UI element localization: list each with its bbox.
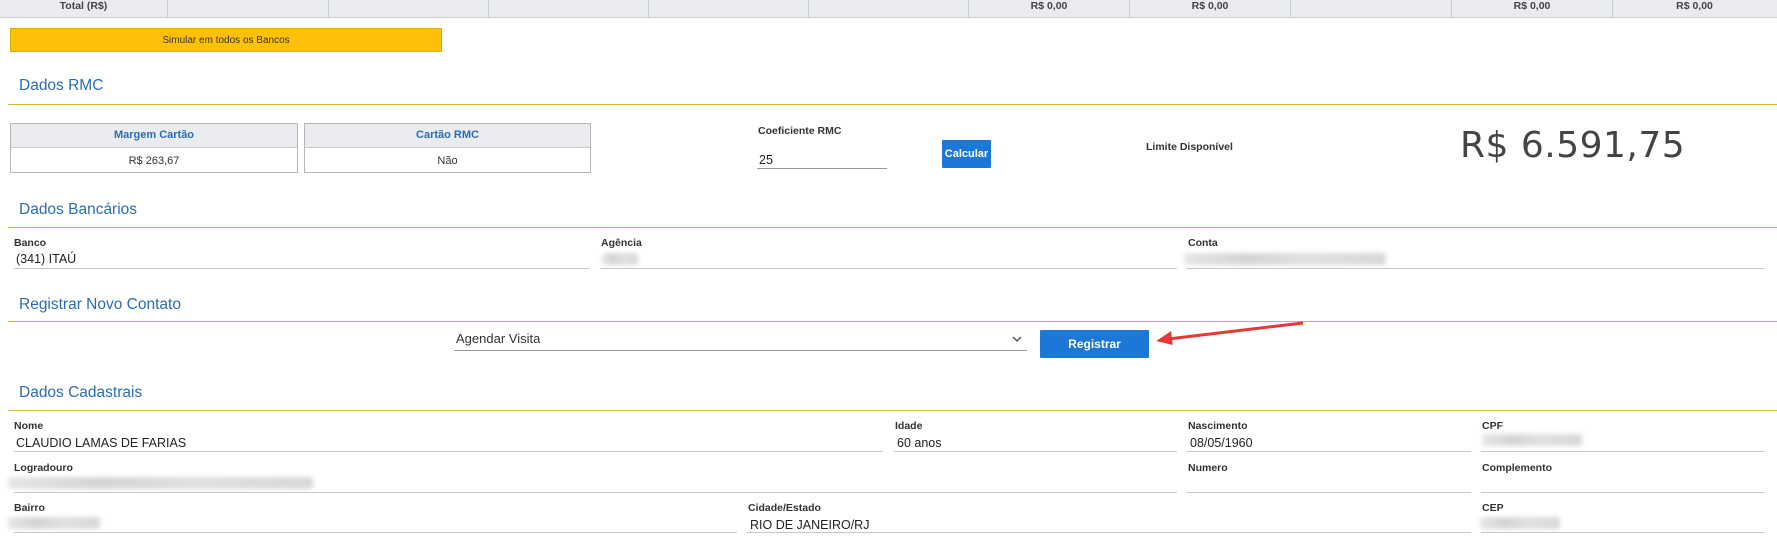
nascimento-label: Nascimento <box>1188 420 1248 432</box>
section-divider <box>8 321 1777 322</box>
idade-label: Idade <box>895 420 923 432</box>
coeficiente-rmc-label: Coeficiente RMC <box>758 125 842 137</box>
agencia-value-redacted <box>602 253 638 265</box>
margem-cartao-value: R$ 263,67 <box>128 155 180 167</box>
nome-underline <box>14 451 883 452</box>
banco-underline <box>14 268 589 269</box>
section-divider <box>8 104 1777 105</box>
registrar-button[interactable]: Registrar <box>1040 330 1149 358</box>
totals-cell <box>809 0 969 17</box>
section-divider <box>8 227 1777 228</box>
cep-label: CEP <box>1482 502 1504 514</box>
logradouro-underline <box>14 492 1177 493</box>
cpf-underline <box>1481 451 1764 452</box>
cpf-value-redacted <box>1482 434 1582 446</box>
totals-cell <box>168 0 329 17</box>
totals-cell <box>649 0 809 17</box>
section-title-bank: Dados Bancários <box>19 201 138 218</box>
cep-value-redacted <box>1480 517 1560 529</box>
nome-value: CLAUDIO LAMAS DE FARIAS <box>16 436 187 450</box>
totals-row: Total (R$) R$ 0,00 R$ 0,00 R$ 0,00 R$ 0,… <box>0 0 1777 18</box>
banco-label: Banco <box>14 237 47 249</box>
margem-cartao-box: Margem Cartão R$ 263,67 <box>10 123 298 173</box>
totals-label: Total (R$) <box>0 0 168 17</box>
cartao-rmc-label: Cartão RMC <box>305 124 590 148</box>
agencia-underline <box>600 268 1177 269</box>
numero-label: Numero <box>1188 462 1228 474</box>
limite-disponivel-value: R$ 6.591,75 <box>1460 125 1686 166</box>
totals-value: R$ 0,00 <box>1452 0 1613 17</box>
totals-cell <box>1291 0 1452 17</box>
cep-underline <box>1481 532 1764 533</box>
nome-label: Nome <box>14 420 44 432</box>
cidade-estado-value: RIO DE JANEIRO/RJ <box>750 518 870 532</box>
nascimento-underline <box>1187 451 1471 452</box>
banco-value: (341) ITAÚ <box>16 252 77 266</box>
conta-value-redacted <box>1184 253 1386 265</box>
logradouro-value-redacted <box>8 477 313 489</box>
coeficiente-rmc-input[interactable] <box>757 151 887 169</box>
totals-value: R$ 0,00 <box>1130 0 1291 17</box>
contact-type-select[interactable]: Agendar Visita <box>454 328 1027 351</box>
logradouro-label: Logradouro <box>14 462 73 474</box>
totals-value: R$ 0,00 <box>1676 0 1713 12</box>
cidade-estado-underline <box>747 532 1471 533</box>
idade-underline <box>894 451 1177 452</box>
agencia-label: Agência <box>601 237 642 249</box>
calcular-button[interactable]: Calcular <box>942 140 991 168</box>
margem-cartao-label: Margem Cartão <box>11 124 297 148</box>
cidade-estado-label: Cidade/Estado <box>748 502 821 514</box>
bairro-value-redacted <box>8 517 100 529</box>
bairro-label: Bairro <box>14 502 45 514</box>
complemento-underline <box>1481 492 1764 493</box>
section-title-rmc: Dados RMC <box>19 77 104 94</box>
conta-underline <box>1186 268 1764 269</box>
totals-cell <box>329 0 489 17</box>
idade-value: 60 anos <box>897 436 942 450</box>
totals-cell <box>489 0 649 17</box>
contact-type-selected: Agendar Visita <box>456 331 541 346</box>
annotation-arrow-icon <box>1156 321 1304 345</box>
cartao-rmc-box: Cartão RMC Não <box>304 123 591 173</box>
complemento-label: Complemento <box>1482 462 1553 474</box>
simulate-all-banks-button[interactable]: Simular em todos os Bancos <box>10 28 442 52</box>
section-divider <box>8 410 1777 411</box>
totals-value: R$ 0,00 <box>969 0 1130 17</box>
chevron-down-icon <box>1011 328 1023 357</box>
section-title-registration: Dados Cadastrais <box>19 384 143 401</box>
nascimento-value: 08/05/1960 <box>1190 436 1253 450</box>
bairro-underline <box>14 532 737 533</box>
cpf-label: CPF <box>1482 420 1503 432</box>
conta-label: Conta <box>1188 237 1218 249</box>
numero-underline <box>1187 492 1471 493</box>
limite-disponivel-label: Limite Disponível <box>1146 141 1233 153</box>
section-title-contact: Registrar Novo Contato <box>19 296 181 313</box>
cartao-rmc-value: Não <box>437 155 458 167</box>
